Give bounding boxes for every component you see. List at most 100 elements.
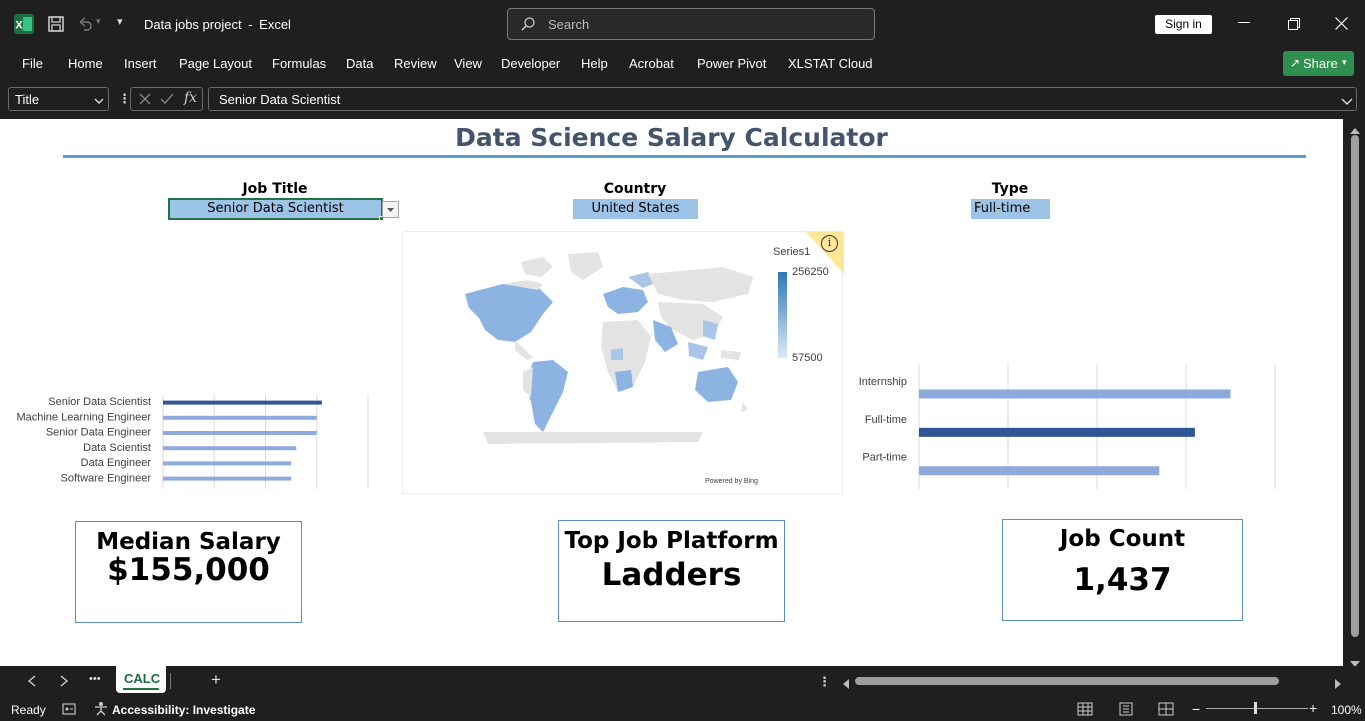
- type-select[interactable]: Full-time: [971, 199, 1050, 219]
- tab-scroll-options-icon[interactable]: ⋮: [818, 674, 831, 690]
- top-platform-label: Top Job Platform: [564, 528, 779, 554]
- job-title-select[interactable]: Senior Data Scientist: [170, 200, 381, 218]
- search-placeholder: Search: [548, 17, 590, 32]
- bar: [163, 415, 317, 420]
- sheet-tab-calc[interactable]: CALC: [116, 666, 166, 693]
- tab-home[interactable]: Home: [68, 56, 103, 71]
- worksheet[interactable]: Data Science Salary Calculator Job Title…: [0, 119, 1343, 666]
- share-button[interactable]: ↗ Share ▾: [1283, 51, 1354, 76]
- normal-view-icon[interactable]: [1077, 702, 1093, 716]
- map-credit: Powered by Bing: [705, 478, 758, 485]
- tab-file[interactable]: File: [22, 56, 43, 71]
- map-legend-title: Series1: [773, 246, 811, 258]
- world-map: [465, 232, 844, 444]
- category-label: Internship: [859, 376, 907, 388]
- sign-in-button[interactable]: Sign in: [1155, 15, 1212, 34]
- tab-view[interactable]: View: [454, 56, 482, 71]
- bar: [163, 476, 292, 481]
- cancel-icon[interactable]: [138, 92, 152, 106]
- zoom-out-button[interactable]: −: [1192, 701, 1200, 717]
- zoom-level[interactable]: 100%: [1331, 703, 1362, 717]
- minimize-icon[interactable]: [1238, 22, 1250, 23]
- tab-page-layout[interactable]: Page Layout: [179, 56, 252, 71]
- enter-icon[interactable]: [160, 92, 174, 106]
- bar: [163, 461, 292, 466]
- scroll-right-icon[interactable]: [1334, 676, 1342, 689]
- tab-xlstat-cloud[interactable]: XLSTAT Cloud: [788, 56, 873, 71]
- formula-input[interactable]: Senior Data Scientist: [208, 87, 1357, 111]
- category-label: Senior Data Scientist: [48, 396, 151, 408]
- restore-icon[interactable]: [1288, 17, 1300, 30]
- map-chart[interactable]: Series1 256250 57500 Powered by Bing i: [402, 231, 844, 494]
- bar: [163, 446, 297, 451]
- category-label: Data Scientist: [83, 442, 151, 454]
- tab-review[interactable]: Review: [394, 56, 437, 71]
- zoom-slider-thumb[interactable]: [1254, 702, 1257, 714]
- share-label: Share: [1303, 56, 1338, 71]
- active-tab-indicator: [123, 688, 159, 690]
- scroll-left-icon[interactable]: [842, 676, 850, 689]
- bar: [919, 389, 1231, 399]
- top-platform-value: Ladders: [601, 557, 742, 593]
- tab-power-pivot[interactable]: Power Pivot: [697, 56, 766, 71]
- macro-recording-icon[interactable]: [62, 702, 76, 716]
- ribbon-tabs: File Home Insert Page Layout Formulas Da…: [0, 48, 1365, 80]
- tab-acrobat[interactable]: Acrobat: [629, 56, 674, 71]
- median-salary-card: Median Salary $155,000: [75, 521, 302, 623]
- scroll-down-icon[interactable]: [1350, 655, 1360, 667]
- job-count-card: Job Count 1,437: [1002, 519, 1243, 621]
- insert-function-icon[interactable]: fx: [184, 90, 197, 106]
- job-count-label: Job Count: [1059, 526, 1186, 552]
- undo-dropdown-icon[interactable]: ▾: [96, 16, 106, 30]
- svg-text:X: X: [15, 20, 23, 32]
- tab-insert[interactable]: Insert: [124, 56, 157, 71]
- save-icon[interactable]: [46, 14, 66, 34]
- page-title: Data Science Salary Calculator: [455, 123, 888, 152]
- country-select[interactable]: United States: [573, 199, 698, 219]
- zoom-in-button[interactable]: +: [1309, 700, 1317, 716]
- title-bar: X ▾ ▾ Data jobs project - Excel Search S…: [0, 0, 1365, 48]
- tab-developer[interactable]: Developer: [501, 56, 560, 71]
- chevron-down-icon: ▾: [1342, 57, 1347, 67]
- chevron-down-icon[interactable]: [93, 94, 105, 106]
- zoom-slider[interactable]: [1206, 708, 1308, 709]
- formula-bar: Title ⋮ fx Senior Data Scientist: [0, 84, 1365, 114]
- tab-data[interactable]: Data: [346, 56, 373, 71]
- tab-help[interactable]: Help: [581, 56, 608, 71]
- dropdown-arrow-icon[interactable]: [382, 201, 399, 218]
- status-bar: Ready Accessibility: Investigate − + 100…: [0, 698, 1365, 721]
- page-break-view-icon[interactable]: [1158, 702, 1174, 716]
- accessibility-icon[interactable]: [94, 701, 108, 716]
- more-sheets-icon[interactable]: •••: [89, 673, 101, 685]
- job-type-salary-chart[interactable]: $0K$50K$100K$150K$200KInternshipFull-tim…: [845, 234, 1305, 489]
- horizontal-scroll-thumb[interactable]: [855, 677, 1279, 685]
- job-title-salary-chart[interactable]: $0K$50K$100K$150K$200KSenior Data Scient…: [0, 259, 400, 489]
- category-label: Data Engineer: [81, 457, 152, 469]
- category-label: Full-time: [865, 414, 907, 426]
- close-icon[interactable]: [1335, 17, 1348, 30]
- scroll-up-icon[interactable]: [1350, 122, 1360, 134]
- next-sheet-icon[interactable]: [58, 674, 70, 688]
- document-title: Data jobs project - Excel: [144, 17, 291, 32]
- previous-sheet-icon[interactable]: [26, 674, 38, 688]
- search-box[interactable]: Search: [507, 8, 875, 40]
- accessibility-status[interactable]: Accessibility: Investigate: [112, 703, 255, 717]
- category-label: Machine Learning Engineer: [16, 411, 151, 423]
- map-legend-max: 256250: [792, 266, 829, 278]
- name-box[interactable]: Title: [8, 87, 109, 111]
- add-sheet-button[interactable]: +: [211, 670, 221, 690]
- vertical-scrollbar[interactable]: [1345, 119, 1365, 667]
- page-layout-view-icon[interactable]: [1118, 702, 1134, 716]
- job-count-value: 1,437: [1073, 562, 1172, 598]
- customize-toolbar-icon[interactable]: ▾: [117, 15, 129, 31]
- country-label: Country: [603, 181, 667, 197]
- tab-formulas[interactable]: Formulas: [272, 56, 326, 71]
- undo-icon[interactable]: [76, 14, 94, 34]
- bar: [163, 400, 322, 405]
- expand-formula-icon[interactable]: [1341, 94, 1353, 106]
- info-icon[interactable]: i: [821, 235, 838, 252]
- share-icon: ↗: [1290, 56, 1301, 70]
- scroll-thumb[interactable]: [1351, 135, 1359, 637]
- name-box-value: Title: [15, 92, 40, 107]
- excel-logo-icon: X: [14, 14, 34, 34]
